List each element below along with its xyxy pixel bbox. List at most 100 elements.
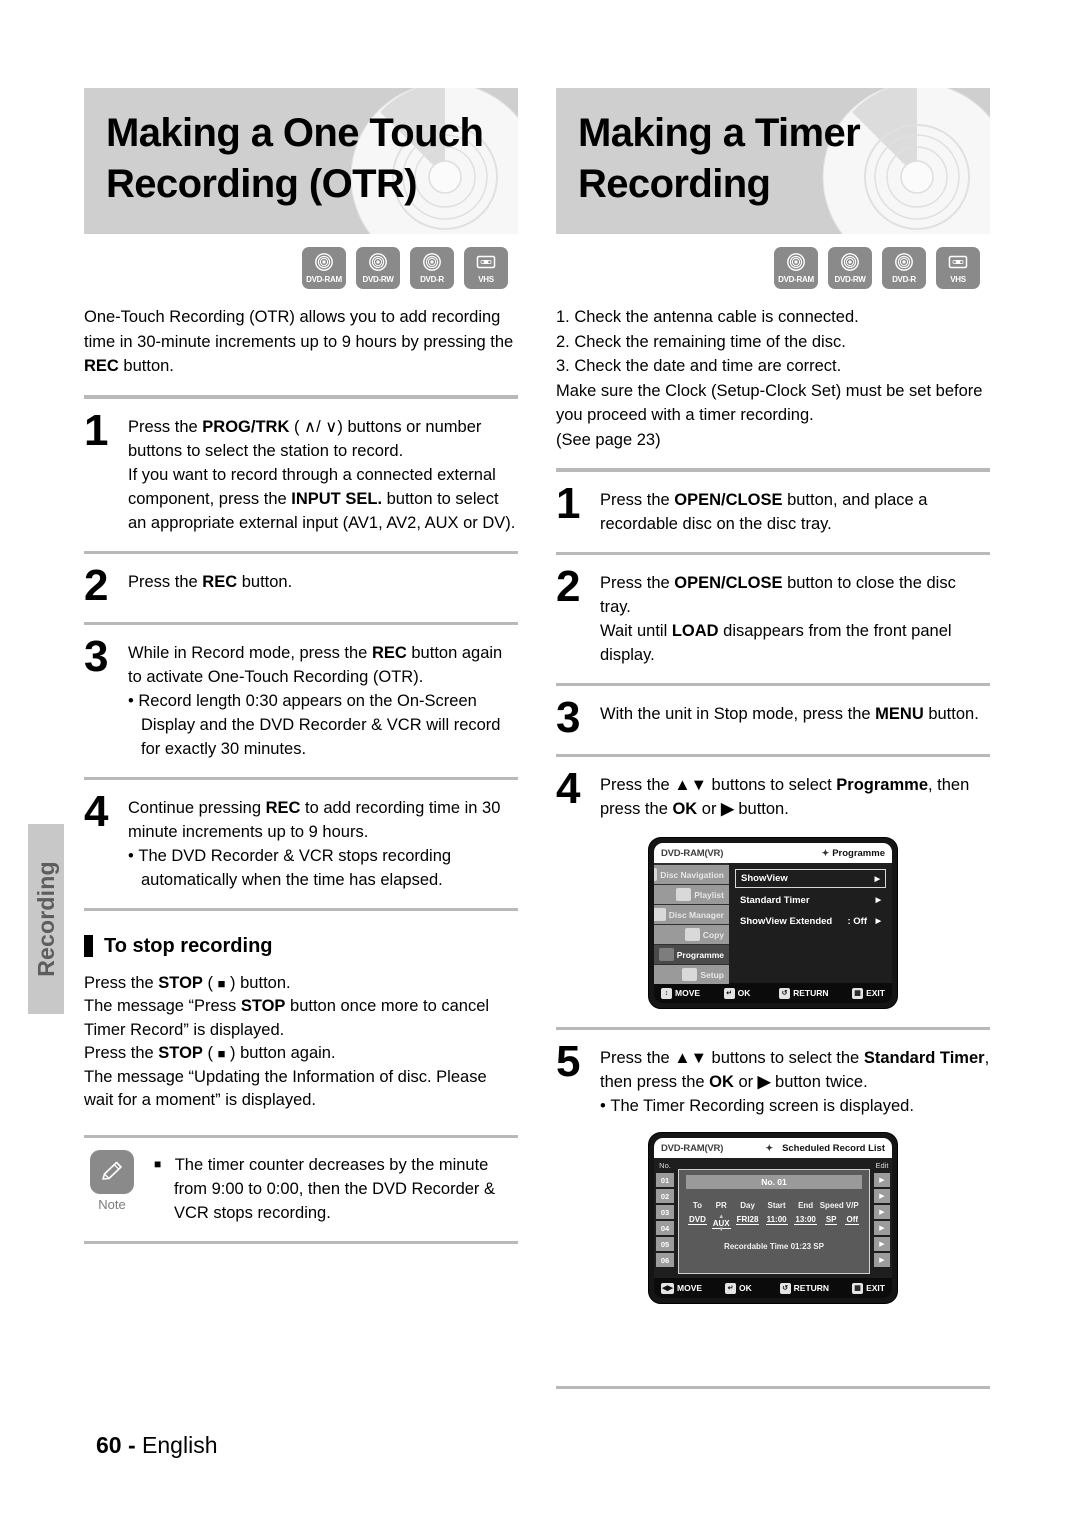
osd-schedule-no-column: No. 01 02 03 04 05 06 (654, 1158, 676, 1278)
value-to[interactable]: DVD (686, 1215, 709, 1232)
left-step-1: 1 Press the PROG/TRK ( ∧/ ∨) buttons or … (84, 405, 518, 535)
value-day-text: FRI28 (735, 1215, 760, 1225)
right-step-5-body: Press the ▲▼ buttons to select the Stand… (600, 1042, 990, 1118)
left-page-title: Making a One Touch Recording (OTR) (84, 88, 518, 210)
right-step-5-bullet: • The Timer Recording screen is displaye… (600, 1097, 914, 1115)
left-title-line2: Recording (OTR) (106, 162, 418, 206)
updown-key-icon: ↕ (661, 987, 672, 999)
return-key-icon: ↺ (779, 1282, 791, 1294)
osd-schedule-table: To PR Day Start End Speed V/P DVD ▲ AUX … (686, 1201, 862, 1233)
osd-schedule-footer-exit[interactable]: ▦ EXIT (852, 1282, 885, 1294)
osd-footer-move[interactable]: ↕ MOVE (661, 987, 701, 999)
divider (84, 550, 518, 554)
right-step-1-number: 1 (556, 479, 580, 528)
osd-menu-disc-manager[interactable]: Disc Manager (654, 905, 729, 924)
osd-schedule-row-05[interactable]: 05 (656, 1237, 674, 1251)
note-text: ■ The timer counter decreases by the min… (154, 1155, 496, 1222)
osd-schedule-footer-return[interactable]: ↺ RETURN (779, 1282, 829, 1294)
col-header-day: Day (740, 1201, 755, 1210)
value-end[interactable]: 13:00 (792, 1215, 820, 1232)
value-to-text: DVD (687, 1215, 707, 1225)
left-header-banner: Making a One Touch Recording (OTR) (84, 88, 518, 234)
note-block: Note ■ The timer counter decreases by th… (84, 1134, 518, 1244)
left-step-3: 3 While in Record mode, press the REC bu… (84, 634, 518, 761)
enter-key-icon: ↵ (723, 987, 735, 999)
vhs-icon: VHS (464, 247, 508, 289)
edit-arrow-02[interactable]: ▶ (874, 1189, 890, 1203)
osd-schedule-row-03[interactable]: 03 (656, 1205, 674, 1219)
osd-menu-setup-label: Setup (700, 969, 724, 980)
osd-schedule-row-06[interactable]: 06 (656, 1253, 674, 1267)
osd-menu-disc-navigation-label: Disc Navigation (660, 869, 724, 880)
col-header-vp: V/P (845, 1201, 859, 1210)
osd-menu-disc-navigation[interactable]: Disc Navigation (654, 865, 729, 884)
col-header-start: Start (767, 1201, 786, 1210)
osd-option-standard-timer[interactable]: Standard Timer ▶ (735, 891, 886, 909)
osd-schedule-detail-panel: No. 01 To PR Day Start End Speed V/P DVD… (678, 1169, 870, 1274)
edit-arrow-06[interactable]: ▶ (874, 1253, 890, 1267)
osd-schedule-row-02[interactable]: 02 (656, 1189, 674, 1203)
osd-footer-exit[interactable]: ▦ EXIT (852, 987, 885, 999)
divider (84, 621, 518, 625)
programme-icon (658, 948, 674, 961)
playlist-icon (676, 888, 692, 901)
osd-schedule-footer-ok[interactable]: ↵ OK (725, 1282, 752, 1294)
right-step-1: 1 Press the OPEN/CLOSE button, and place… (556, 479, 990, 536)
right-media-icon-row: DVD-RAM DVD-RW DVD-R VHS (556, 247, 990, 289)
left-step-1-number: 1 (84, 405, 108, 455)
osd-menu-disc-manager-label: Disc Manager (668, 909, 724, 920)
chapter-side-tab-label: Recording (32, 861, 59, 977)
left-step-2-body: Press the REC button. (128, 572, 293, 591)
osd-menu-programme[interactable]: Programme (654, 945, 729, 964)
right-step-3-number: 3 (556, 693, 580, 742)
osd-schedule-row-01[interactable]: 01 (656, 1173, 674, 1187)
osd-footer-return[interactable]: ↺ RETURN (779, 987, 829, 999)
osd-schedule-footer-move[interactable]: ◀▶ MOVE (661, 1282, 702, 1294)
page-number: 60 (96, 1432, 122, 1458)
right-title-line2: Recording (578, 162, 771, 206)
divider (556, 754, 990, 757)
divider (84, 907, 518, 911)
left-media-icon-row: DVD-RAM DVD-RW DVD-R VHS (84, 247, 518, 289)
osd-schedule-table-values: DVD ▲ AUX ▼ FRI28 11:00 13:00 SP Off (686, 1214, 862, 1233)
divider (556, 1027, 990, 1030)
osd-option-standard-timer-label: Standard Timer (740, 894, 810, 906)
osd-menu-playlist[interactable]: Playlist (654, 885, 729, 904)
edit-arrow-05[interactable]: ▶ (874, 1237, 890, 1251)
osd-menu-setup[interactable]: Setup (654, 965, 729, 984)
to-stop-recording-body: Press the STOP ( ■ ) button. The message… (84, 973, 490, 1110)
osd-option-showview-extended-label: ShowView Extended (740, 915, 833, 927)
value-vp[interactable]: Off (843, 1215, 862, 1232)
vhs-icon-label: VHS (950, 275, 966, 284)
edit-arrow-04[interactable]: ▶ (874, 1221, 890, 1235)
right-header-banner: Making a Timer Recording (556, 88, 990, 234)
osd-menu-copy[interactable]: Copy (654, 925, 729, 944)
left-step-4-number: 4 (84, 786, 108, 836)
right-step-4-body: Press the ▲▼ buttons to select Programme… (600, 776, 970, 818)
right-step-3: 3 With the unit in Stop mode, press the … (556, 693, 990, 742)
divider (84, 1240, 518, 1244)
diamond-icon: ✦ (765, 1142, 774, 1153)
value-start[interactable]: 11:00 (762, 1215, 792, 1232)
disc-manager-icon (654, 908, 666, 921)
osd-schedule-titlebar: DVD-RAM(VR) ✦ Scheduled Record List (654, 1138, 892, 1158)
edit-arrow-03[interactable]: ▶ (874, 1205, 890, 1219)
osd-schedule-row-04[interactable]: 04 (656, 1221, 674, 1235)
osd-footer-move-label: MOVE (675, 988, 701, 998)
osd-option-showview-extended[interactable]: ShowView Extended : Off ▶ (735, 912, 886, 930)
edit-arrow-01[interactable]: ▶ (874, 1173, 890, 1187)
left-step-4-bullet: • The DVD Recorder & VCR stops recording… (128, 846, 452, 889)
return-key-icon: ↺ (779, 987, 791, 999)
value-day[interactable]: FRI28 (734, 1215, 762, 1232)
value-pr[interactable]: ▲ AUX ▼ (709, 1214, 734, 1233)
osd-option-showview[interactable]: ShowView ▶ (735, 869, 886, 888)
note-icon-column: Note (84, 1149, 140, 1225)
right-step-4-number: 4 (556, 764, 580, 813)
right-step-2-body: Press the OPEN/CLOSE button to close the… (600, 574, 956, 664)
osd-footer-ok[interactable]: ↵ OK (723, 987, 750, 999)
page-footer: 60 - English (96, 1432, 217, 1459)
dvd-r-icon: DVD-R (882, 247, 926, 289)
osd-schedule-edit-header: Edit (875, 1161, 889, 1170)
osd-programme-sidebar: Disc Navigation Playlist Disc Manager Co… (654, 863, 729, 984)
value-speed[interactable]: SP (820, 1215, 843, 1232)
